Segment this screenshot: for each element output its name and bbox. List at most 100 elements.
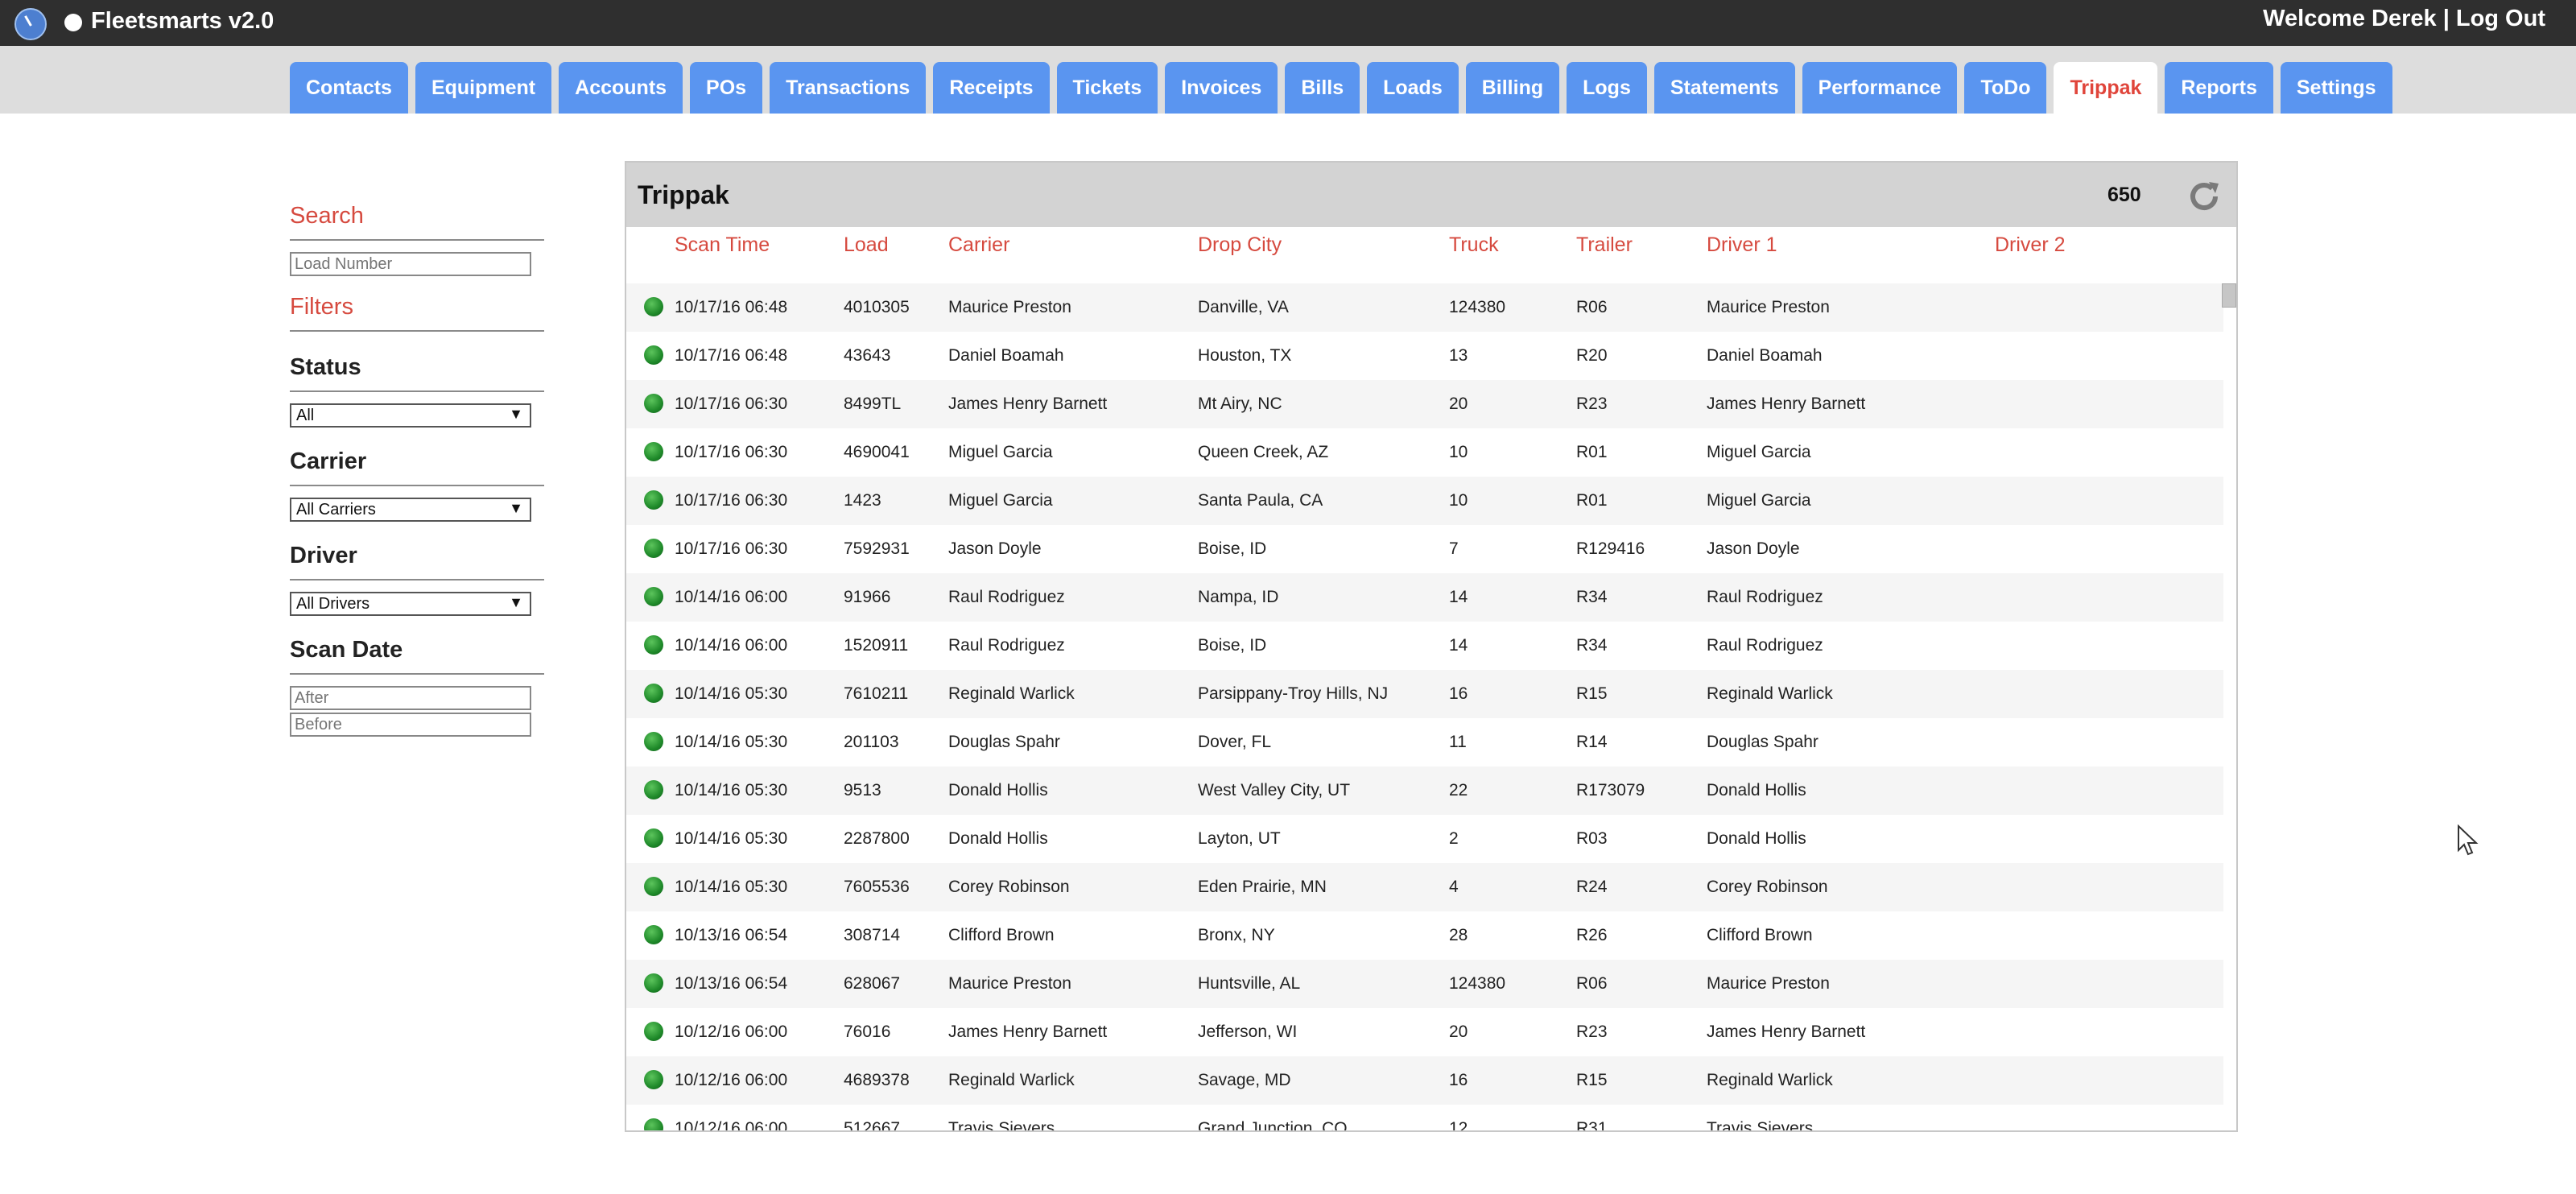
nav-tabs: Contacts Equipment Accounts POs Transactions… bbox=[290, 62, 2400, 114]
table-row[interactable]: 10/17/16 06:30 8499TL James Henry Barnett M… bbox=[626, 380, 2223, 428]
table-row[interactable]: 10/17/16 06:48 4010305 Maurice Preston Danv… bbox=[626, 283, 2223, 332]
top-bar: Fleetsmarts v2.0 Welcome Derek | Log Out bbox=[0, 0, 2576, 46]
table-row[interactable]: 10/14/16 06:00 1520911 Raul Rodriguez Boise… bbox=[626, 622, 2223, 670]
column-header-drop-city[interactable]: Drop City bbox=[1198, 233, 1282, 257]
cell-load: 43643 bbox=[844, 346, 891, 365]
cell-scan-time: 10/17/16 06:48 bbox=[675, 298, 788, 316]
column-header-load[interactable]: Load bbox=[844, 233, 889, 257]
tab-todo[interactable]: ToDo bbox=[1964, 62, 2047, 114]
cell-driver-1: Daniel Boamah bbox=[1707, 346, 1823, 365]
cell-load: 1423 bbox=[844, 491, 881, 510]
cell-scan-time: 10/14/16 05:30 bbox=[675, 878, 788, 896]
cell-truck: 14 bbox=[1449, 588, 1468, 606]
status-indicator-icon bbox=[644, 539, 663, 558]
cell-carrier: Maurice Preston bbox=[948, 298, 1071, 316]
cell-driver-1: James Henry Barnett bbox=[1707, 395, 1866, 413]
cell-truck: 10 bbox=[1449, 443, 1468, 461]
table-row[interactable]: 10/13/16 06:54 308714 Clifford Brown Bronx,… bbox=[626, 911, 2223, 960]
cell-trailer: R23 bbox=[1576, 395, 1608, 413]
cell-trailer: R34 bbox=[1576, 636, 1608, 655]
tab-performance[interactable]: Performance bbox=[1802, 62, 1958, 114]
cell-drop-city: Grand Junction, CO bbox=[1198, 1119, 1348, 1132]
tab-transactions[interactable]: Transactions bbox=[770, 62, 927, 114]
refresh-icon[interactable] bbox=[2185, 177, 2223, 216]
cell-load: 76016 bbox=[844, 1023, 891, 1041]
tab-reports[interactable]: Reports bbox=[2165, 62, 2273, 114]
table-row[interactable]: 10/17/16 06:30 4690041 Miguel Garcia Queen … bbox=[626, 428, 2223, 477]
cell-trailer: R20 bbox=[1576, 346, 1608, 365]
sidebar: Search Filters Status All ▼ Carrier All … bbox=[290, 193, 544, 737]
tab-tickets[interactable]: Tickets bbox=[1056, 62, 1158, 114]
dropdown-arrow-icon: ▼ bbox=[509, 500, 523, 516]
search-heading: Search bbox=[290, 203, 364, 229]
table-row[interactable]: 10/14/16 05:30 7610211 Reginald Warlick Par… bbox=[626, 670, 2223, 718]
table-row[interactable]: 10/14/16 05:30 9513 Donald Hollis West Vall… bbox=[626, 766, 2223, 815]
cell-carrier: Jason Doyle bbox=[948, 539, 1042, 558]
cell-truck: 16 bbox=[1449, 684, 1468, 703]
table-row[interactable]: 10/13/16 06:54 628067 Maurice Preston Hunts… bbox=[626, 960, 2223, 1008]
tab-accounts[interactable]: Accounts bbox=[559, 62, 683, 114]
cell-load: 4010305 bbox=[844, 298, 910, 316]
table-row[interactable]: 10/14/16 05:30 7605536 Corey Robinson Eden … bbox=[626, 863, 2223, 911]
tab-statements[interactable]: Statements bbox=[1653, 62, 1795, 114]
driver-select[interactable]: All Drivers ▼ bbox=[290, 592, 531, 616]
tab-bills[interactable]: Bills bbox=[1285, 62, 1360, 114]
table-row[interactable]: 10/17/16 06:30 1423 Miguel Garcia Santa Pau… bbox=[626, 477, 2223, 525]
scan-before-input[interactable] bbox=[290, 713, 531, 737]
cell-scan-time: 10/14/16 05:30 bbox=[675, 684, 788, 703]
column-header-trailer[interactable]: Trailer bbox=[1576, 233, 1633, 257]
cell-driver-1: Clifford Brown bbox=[1707, 926, 1813, 944]
table-row[interactable]: 10/14/16 05:30 2287800 Donald Hollis Layton… bbox=[626, 815, 2223, 863]
load-number-input[interactable] bbox=[290, 252, 531, 276]
table-row[interactable]: 10/12/16 06:00 76016 James Henry Barnett Je… bbox=[626, 1008, 2223, 1056]
carrier-select[interactable]: All Carriers ▼ bbox=[290, 498, 531, 522]
status-indicator-icon bbox=[644, 635, 663, 655]
divider bbox=[290, 579, 544, 580]
column-header-driver-2[interactable]: Driver 2 bbox=[1995, 233, 2066, 257]
column-header-carrier[interactable]: Carrier bbox=[948, 233, 1009, 257]
status-indicator-icon bbox=[644, 973, 663, 993]
cell-load: 91966 bbox=[844, 588, 891, 606]
cell-load: 7610211 bbox=[844, 684, 909, 703]
tab-receipts[interactable]: Receipts bbox=[933, 62, 1050, 114]
status-dot-icon bbox=[64, 14, 82, 31]
status-indicator-icon bbox=[644, 1070, 663, 1089]
scrollbar-thumb[interactable] bbox=[2222, 283, 2236, 308]
scan-date-label: Scan Date bbox=[290, 637, 403, 663]
status-indicator-icon bbox=[644, 877, 663, 896]
tab-loads[interactable]: Loads bbox=[1367, 62, 1459, 114]
tab-pos[interactable]: POs bbox=[690, 62, 763, 114]
tab-settings[interactable]: Settings bbox=[2280, 62, 2392, 114]
table-row[interactable]: 10/17/16 06:30 7592931 Jason Doyle Boise, I… bbox=[626, 525, 2223, 573]
scan-after-input[interactable] bbox=[290, 686, 531, 710]
tab-trippak[interactable]: Trippak bbox=[2054, 62, 2158, 114]
cell-carrier: Clifford Brown bbox=[948, 926, 1055, 944]
welcome-logout-link[interactable]: Welcome Derek | Log Out bbox=[2263, 6, 2545, 32]
column-header-truck[interactable]: Truck bbox=[1449, 233, 1499, 257]
column-header-scan-time[interactable]: Scan Time bbox=[675, 233, 770, 257]
tab-invoices[interactable]: Invoices bbox=[1165, 62, 1278, 114]
cell-drop-city: Nampa, ID bbox=[1198, 588, 1279, 606]
status-select[interactable]: All ▼ bbox=[290, 403, 531, 428]
cell-trailer: R129416 bbox=[1576, 539, 1645, 558]
tab-contacts[interactable]: Contacts bbox=[290, 62, 408, 114]
table-row[interactable]: 10/14/16 05:30 201103 Douglas Spahr Dover, … bbox=[626, 718, 2223, 766]
table-row[interactable]: 10/17/16 06:48 43643 Daniel Boamah Houston,… bbox=[626, 332, 2223, 380]
tab-billing[interactable]: Billing bbox=[1465, 62, 1560, 114]
cell-load: 8499TL bbox=[844, 395, 902, 413]
cell-trailer: R03 bbox=[1576, 829, 1608, 848]
tab-logs[interactable]: Logs bbox=[1567, 62, 1647, 114]
tab-equipment[interactable]: Equipment bbox=[415, 62, 552, 114]
cell-drop-city: Savage, MD bbox=[1198, 1071, 1291, 1089]
status-indicator-icon bbox=[644, 828, 663, 848]
cell-truck: 28 bbox=[1449, 926, 1468, 944]
cell-driver-1: Corey Robinson bbox=[1707, 878, 1828, 896]
table-row[interactable]: 10/12/16 06:00 512667 Travis Sievers Grand … bbox=[626, 1105, 2223, 1132]
cell-drop-city: Dover, FL bbox=[1198, 733, 1272, 751]
table-row[interactable]: 10/14/16 06:00 91966 Raul Rodriguez Nampa, … bbox=[626, 573, 2223, 622]
table-row[interactable]: 10/12/16 06:00 4689378 Reginald Warlick Sav… bbox=[626, 1056, 2223, 1105]
nav-bar: Contacts Equipment Accounts POs Transactions… bbox=[0, 46, 2576, 114]
status-indicator-icon bbox=[644, 345, 663, 365]
column-header-driver-1[interactable]: Driver 1 bbox=[1707, 233, 1777, 257]
cell-load: 4689378 bbox=[844, 1071, 910, 1089]
